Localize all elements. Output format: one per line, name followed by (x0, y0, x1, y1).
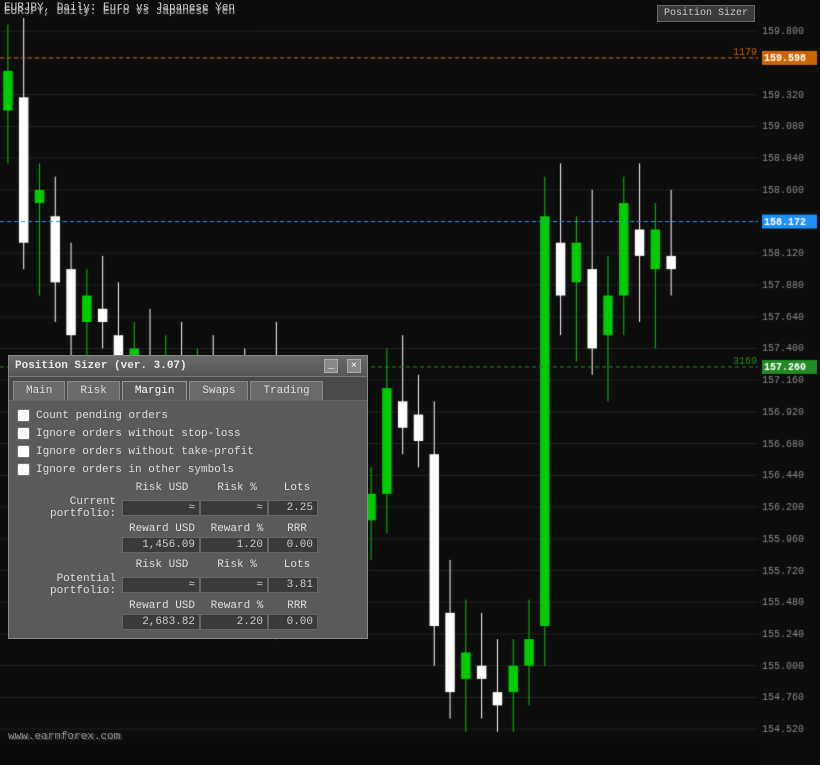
potential-lots-field[interactable] (268, 577, 318, 593)
tab-trading[interactable]: Trading (250, 381, 322, 400)
position-sizer-body: Count pending orders Ignore orders witho… (9, 401, 367, 638)
ignore-other-symbols-checkbox[interactable] (17, 463, 30, 476)
potential-risk-pct-field[interactable] (200, 577, 268, 593)
col-header-rrr: RRR (272, 523, 322, 535)
price-scale (760, 0, 820, 765)
chart-title: EURJPY, Daily: Euro vs Japanese Yen (4, 2, 235, 14)
close-button[interactable]: × (347, 359, 361, 373)
current-portfolio-section: Risk USD Risk % Lots Current portfolio: … (17, 482, 359, 553)
col-header-risk-pct: Risk % (202, 482, 272, 494)
watermark: www.earnforex.com (8, 731, 120, 743)
tab-margin[interactable]: Margin (122, 381, 188, 400)
count-pending-checkbox[interactable] (17, 409, 30, 422)
ignore-no-sl-checkbox[interactable] (17, 427, 30, 440)
current-risk-usd-field[interactable] (122, 500, 200, 516)
position-sizer-titlebar[interactable]: Position Sizer (ver. 3.07) _ × (9, 356, 367, 377)
tab-risk[interactable]: Risk (67, 381, 119, 400)
checkbox-ignore-other-symbols: Ignore orders in other symbols (17, 463, 359, 476)
tab-swaps[interactable]: Swaps (189, 381, 248, 400)
potential-reward-usd-field[interactable] (122, 614, 200, 630)
pot-col-header-reward-usd: Reward USD (122, 600, 202, 612)
minimize-button[interactable]: _ (324, 359, 338, 373)
position-sizer-tabs: Main Risk Margin Swaps Trading (9, 377, 367, 401)
current-rrr-field[interactable] (268, 537, 318, 553)
position-sizer-chart-button[interactable]: Position Sizer (657, 5, 755, 22)
potential-portfolio-label: Potential portfolio: (17, 573, 122, 597)
checkbox-ignore-no-sl: Ignore orders without stop-loss (17, 427, 359, 440)
pot-col-header-reward-pct: Reward % (202, 600, 272, 612)
ignore-no-tp-label: Ignore orders without take-profit (36, 446, 254, 458)
current-reward-usd-field[interactable] (122, 537, 200, 553)
ignore-no-tp-checkbox[interactable] (17, 445, 30, 458)
potential-reward-pct-field[interactable] (200, 614, 268, 630)
ignore-other-symbols-label: Ignore orders in other symbols (36, 464, 234, 476)
pot-col-header-risk-usd: Risk USD (122, 559, 202, 571)
col-header-reward-usd: Reward USD (122, 523, 202, 535)
date-scale (0, 745, 760, 765)
col-header-lots: Lots (272, 482, 322, 494)
pot-col-header-lots: Lots (272, 559, 322, 571)
potential-portfolio-section: Risk USD Risk % Lots Potential portfolio… (17, 559, 359, 630)
checkbox-count-pending: Count pending orders (17, 409, 359, 422)
current-reward-pct-field[interactable] (200, 537, 268, 553)
potential-rrr-field[interactable] (268, 614, 318, 630)
position-sizer-panel: Position Sizer (ver. 3.07) _ × Main Risk… (8, 355, 368, 639)
col-header-reward-pct: Reward % (202, 523, 272, 535)
pot-col-header-rrr: RRR (272, 600, 322, 612)
col-header-risk-usd: Risk USD (122, 482, 202, 494)
checkbox-ignore-no-tp: Ignore orders without take-profit (17, 445, 359, 458)
count-pending-label: Count pending orders (36, 410, 168, 422)
ignore-no-sl-label: Ignore orders without stop-loss (36, 428, 241, 440)
position-sizer-title: Position Sizer (ver. 3.07) (15, 360, 187, 372)
current-portfolio-label: Current portfolio: (17, 496, 122, 520)
pot-col-header-risk-pct: Risk % (202, 559, 272, 571)
current-risk-pct-field[interactable] (200, 500, 268, 516)
current-lots-field[interactable] (268, 500, 318, 516)
tab-main[interactable]: Main (13, 381, 65, 400)
potential-risk-usd-field[interactable] (122, 577, 200, 593)
